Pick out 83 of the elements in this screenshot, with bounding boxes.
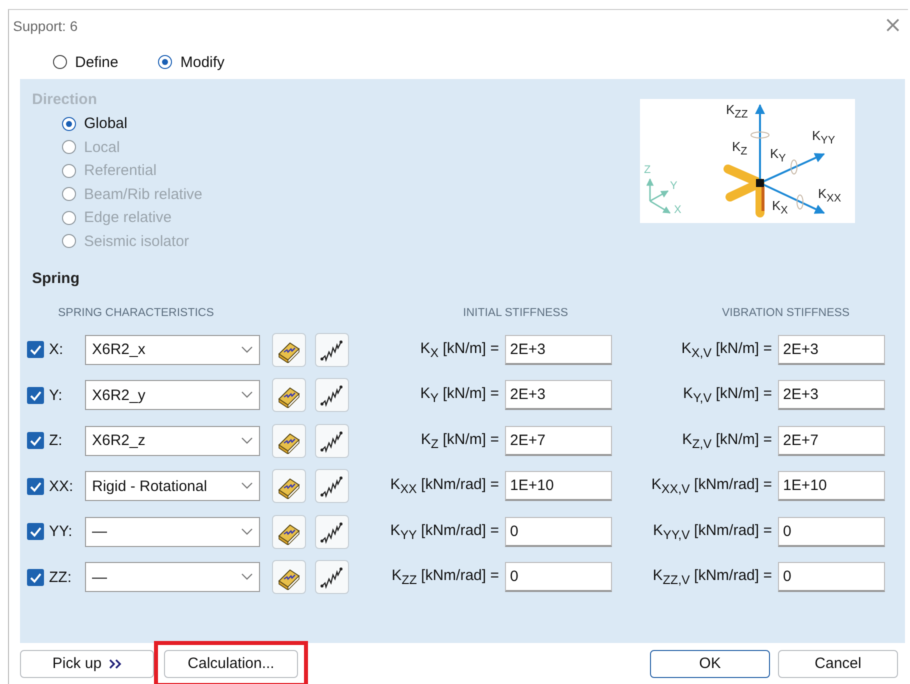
initial-stiffness-field[interactable]: 0	[505, 562, 612, 592]
stiffness-label: K$_{X}$ [kN/m] =	[419, 340, 499, 360]
caret-icon	[241, 436, 253, 445]
spring-heading: Spring	[32, 270, 80, 287]
library-button[interactable]	[272, 332, 306, 367]
characteristic-dropdown[interactable]: X6R2_z	[85, 426, 260, 456]
axis-label: Y	[670, 181, 678, 192]
library-button[interactable]	[272, 560, 306, 594]
direction-heading: Direction	[32, 91, 98, 108]
vibration-stiffness-field[interactable]: 2E+3	[778, 334, 885, 365]
vibration-stiffness-field[interactable]: 0	[778, 562, 885, 592]
caret-icon	[241, 346, 253, 354]
stiffness-label: K$_{XX,V}$ [kNm/rad] =	[650, 476, 772, 496]
library-button[interactable]	[272, 469, 306, 504]
initial-stiffness-field[interactable]: 2E+7	[505, 426, 612, 456]
dialog-button[interactable]: Cancel	[778, 650, 898, 678]
stiffness-label: K$_{ZZ,V}$ [kNm/rad] =	[652, 567, 772, 588]
caret-icon	[241, 391, 253, 400]
initial-stiffness-field[interactable]: 2E+3	[505, 380, 612, 410]
characteristic-dropdown[interactable]: Rigid - Rotational	[85, 471, 260, 502]
close-button[interactable]: ×	[882, 15, 904, 37]
dialog-button[interactable]: Calculation...	[164, 650, 298, 678]
initial-stiffness-field[interactable]: 2E+3	[505, 334, 612, 365]
initial-stiffness-field[interactable]: 1E+10	[505, 471, 612, 502]
checkbox[interactable]	[27, 523, 44, 540]
double-chevron-icon	[108, 658, 122, 670]
stiffness-label: K$_{X,V}$ [kN/m] =	[680, 340, 772, 360]
caret-icon	[241, 482, 253, 490]
stiffness-label: K$_{Y,V}$ [kN/m] =	[682, 385, 772, 406]
column-header: SPRING CHARACTERISTICS	[58, 307, 214, 319]
vibration-stiffness-field[interactable]: 2E+7	[778, 426, 885, 456]
vibration-stiffness-field[interactable]: 1E+10	[778, 471, 885, 502]
axis-label: Z	[644, 165, 651, 176]
initial-stiffness-field[interactable]: 0	[505, 516, 612, 547]
spring-button[interactable]	[315, 560, 349, 594]
axis-label: XX:	[48, 478, 74, 495]
vibration-stiffness-field[interactable]: 0	[778, 516, 885, 547]
stiffness-label: K$_{Y}$ [kN/m] =	[419, 385, 499, 406]
axis-label: ZZ:	[48, 568, 72, 586]
stiffness-label: K$_{Z,V}$ [kN/m] =	[681, 430, 772, 451]
checkbox[interactable]	[27, 478, 44, 495]
stiffness-label: K$_{ZZ}$	[726, 103, 748, 120]
stiffness-label: K$_{Z}$ [kN/m] =	[420, 430, 499, 451]
spring-button[interactable]	[315, 514, 349, 549]
checkbox[interactable]	[27, 386, 44, 404]
characteristic-dropdown[interactable]: —	[85, 562, 260, 592]
caret-icon	[241, 528, 253, 536]
checkbox[interactable]	[27, 341, 44, 358]
mode-radio[interactable]: Define	[53, 49, 118, 75]
dialog-button[interactable]: OK	[650, 650, 770, 678]
characteristic-dropdown[interactable]: —	[85, 516, 260, 547]
spring-button[interactable]	[315, 469, 349, 504]
spring-button[interactable]	[315, 424, 349, 458]
library-button[interactable]	[272, 378, 306, 412]
axis-label: X:	[48, 341, 64, 358]
spring-button[interactable]	[315, 332, 349, 367]
column-header: VIBRATION STIFFNESS	[722, 307, 850, 319]
stiffness-label: K$_{YY,V}$ [kNm/rad] =	[652, 522, 772, 542]
column-header: INITIAL STIFFNESS	[463, 307, 568, 319]
characteristic-dropdown[interactable]: X6R2_x	[85, 334, 260, 365]
spring-button[interactable]	[315, 378, 349, 412]
caret-icon	[241, 573, 253, 582]
stiffness-label: K$_{Z}$	[732, 140, 748, 158]
checkbox[interactable]	[27, 432, 44, 450]
stiffness-label: K$_{Y}$	[770, 147, 786, 164]
dialog-button[interactable]: Pick up	[20, 650, 154, 678]
stiffness-label: K$_{ZZ}$ [kNm/rad] =	[390, 567, 499, 588]
library-button[interactable]	[272, 514, 306, 549]
stiffness-label: K$_{YY}$	[812, 129, 836, 146]
vibration-stiffness-field[interactable]: 2E+3	[778, 380, 885, 410]
stiffness-label: K$_{YY}$ [kNm/rad] =	[389, 522, 499, 542]
stiffness-label: K$_{XX}$ [kNm/rad] =	[389, 476, 499, 496]
axis-label: X	[674, 205, 682, 216]
axis-label: Z:	[48, 432, 64, 450]
window-title: Support: 6	[13, 18, 78, 34]
checkbox[interactable]	[27, 568, 44, 586]
library-button[interactable]	[272, 424, 306, 458]
axis-label: Y:	[48, 386, 64, 404]
mode-radio[interactable]: Modify	[158, 49, 225, 75]
characteristic-dropdown[interactable]: X6R2_y	[85, 380, 260, 410]
stiffness-label: K$_{X}$	[772, 199, 788, 216]
stiffness-label: K$_{XX}$	[818, 187, 842, 204]
axis-label: YY:	[48, 523, 74, 540]
